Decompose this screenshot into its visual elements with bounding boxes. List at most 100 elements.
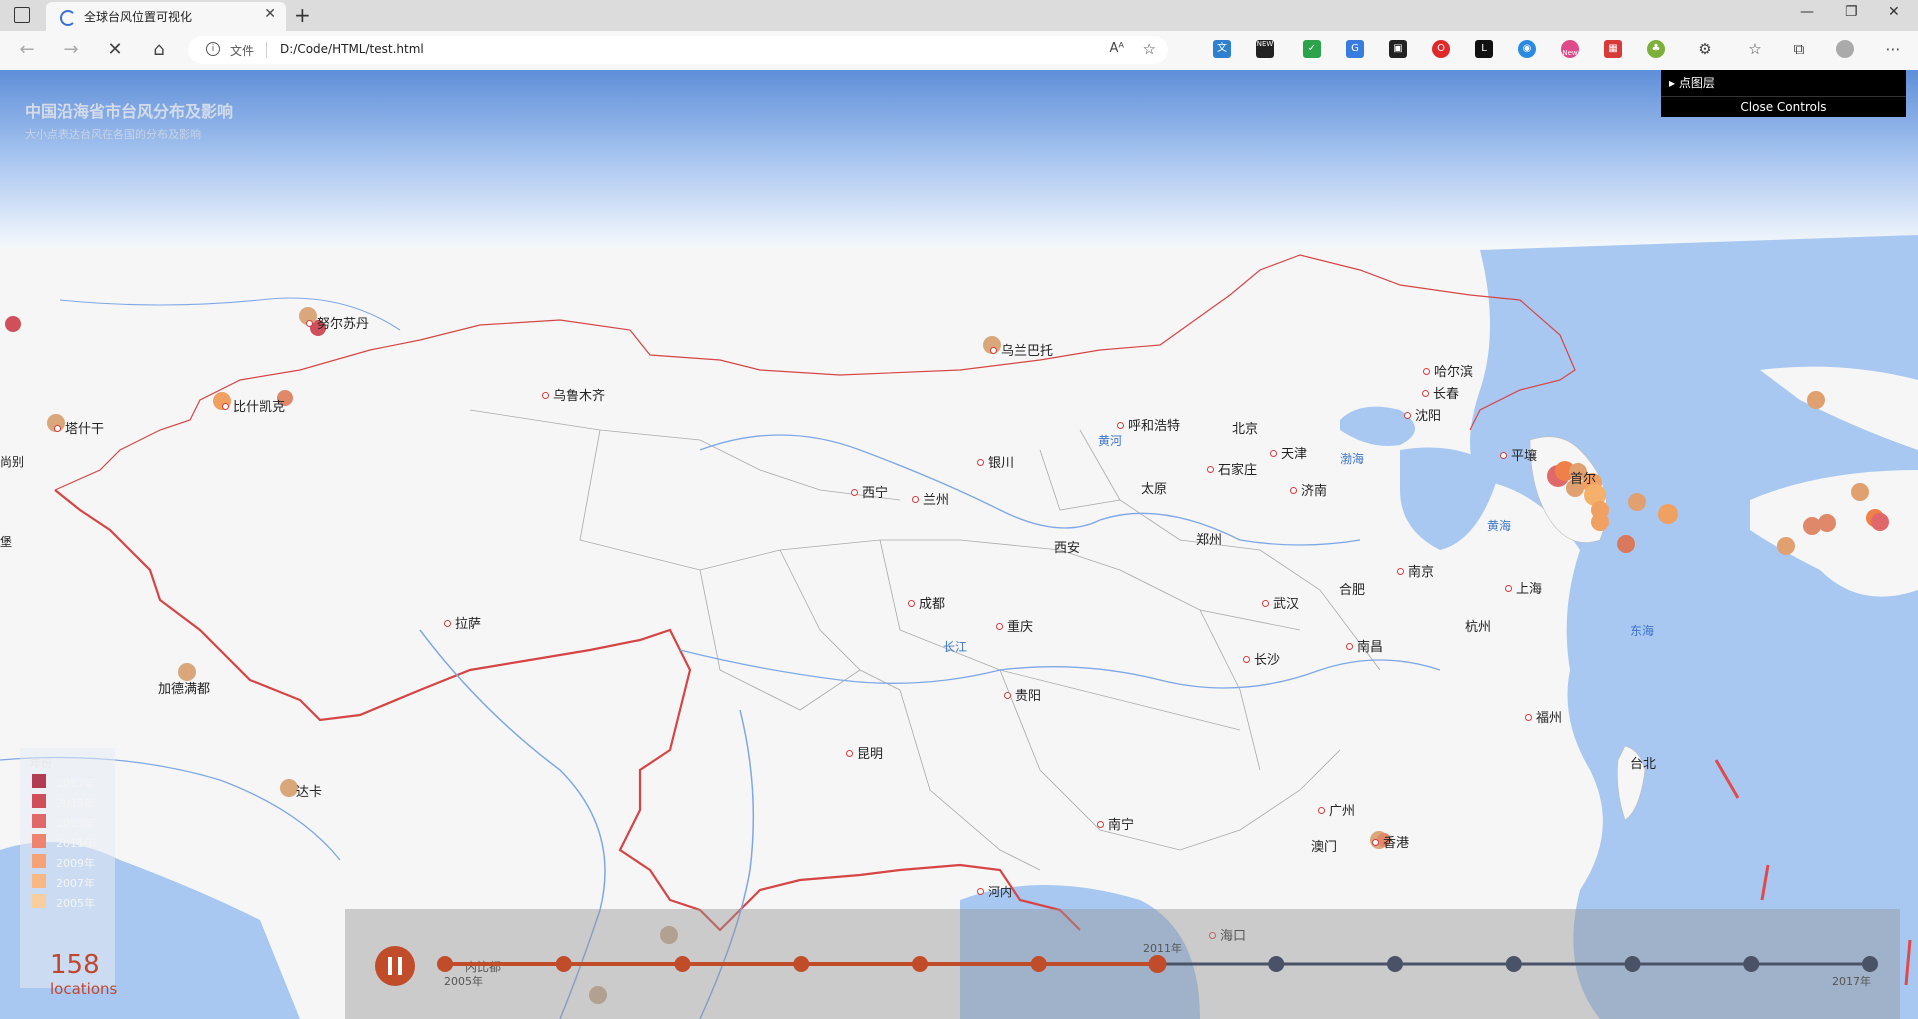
map-page: 中国沿海省市台风分布及影响 大小点表达台风在各国的分布及影响 努尔苏丹 乌兰巴托… bbox=[0, 70, 1918, 1019]
forward-icon[interactable]: → bbox=[60, 39, 82, 60]
timeline-node[interactable] bbox=[674, 956, 691, 972]
timeline-node[interactable] bbox=[437, 956, 453, 972]
typhoon-point[interactable] bbox=[1851, 483, 1869, 501]
profile-avatar[interactable] bbox=[1836, 40, 1854, 58]
city-label: 杭州 bbox=[1465, 620, 1492, 635]
timeline-node[interactable] bbox=[1505, 956, 1522, 972]
timeline-node[interactable] bbox=[1624, 956, 1641, 972]
timeline-node[interactable] bbox=[1148, 955, 1167, 973]
translate-ext-icon[interactable]: 文 bbox=[1213, 40, 1231, 58]
typhoon-point[interactable] bbox=[1777, 537, 1795, 555]
legend-item[interactable]: 2009年 bbox=[32, 854, 122, 870]
city-label: 成都 bbox=[908, 593, 945, 612]
city-dot bbox=[222, 403, 229, 410]
timeline-node[interactable] bbox=[912, 956, 928, 972]
legend-swatch bbox=[32, 814, 46, 828]
tree-ext-icon[interactable]: ♣ bbox=[1647, 40, 1665, 58]
city-label: 长春 bbox=[1422, 383, 1459, 402]
legend-label: 2013年 bbox=[56, 817, 95, 830]
color-ext-icon[interactable]: New bbox=[1561, 40, 1579, 58]
typhoon-point[interactable] bbox=[1807, 391, 1825, 409]
back-icon[interactable]: ← bbox=[16, 39, 38, 60]
legend-item[interactable]: 2007年 bbox=[32, 874, 122, 890]
map-canvas[interactable] bbox=[0, 70, 1918, 1019]
typhoon-point[interactable] bbox=[1818, 514, 1836, 532]
typhoon-point[interactable] bbox=[1803, 517, 1821, 535]
city-label: 重庆 bbox=[996, 616, 1033, 635]
loading-icon bbox=[60, 10, 76, 26]
sea-label: 东海 bbox=[1630, 624, 1655, 638]
stop-icon[interactable]: ✕ bbox=[104, 39, 126, 60]
timeline-node[interactable] bbox=[555, 956, 572, 972]
city-label: 昆明 bbox=[846, 743, 883, 762]
city-label: 加德满都 bbox=[158, 682, 211, 697]
home-icon[interactable]: ⌂ bbox=[148, 39, 170, 60]
typhoon-point[interactable] bbox=[1591, 513, 1609, 531]
restore-icon[interactable]: ❐ bbox=[1845, 4, 1858, 20]
city-dot bbox=[1404, 412, 1411, 419]
location-count: 158 bbox=[50, 950, 100, 980]
typhoon-point[interactable] bbox=[1628, 493, 1646, 511]
more-menu-icon[interactable]: ⋯ bbox=[1884, 40, 1902, 58]
info-icon[interactable]: i bbox=[206, 42, 220, 56]
close-window-icon[interactable]: ✕ bbox=[1888, 4, 1900, 20]
typhoon-point[interactable] bbox=[1617, 535, 1635, 553]
timeline-start-label: 2005年 bbox=[444, 975, 483, 988]
timeline-current-label: 2011年 bbox=[1143, 942, 1182, 955]
city-label: 堡 bbox=[0, 535, 13, 549]
media-ext-icon[interactable]: ▣ bbox=[1389, 40, 1407, 58]
city-dot bbox=[912, 496, 919, 503]
legend-swatch bbox=[32, 794, 46, 808]
read-aloud-icon[interactable]: Aᴬ bbox=[1110, 41, 1125, 56]
new-ext-icon[interactable]: NEW bbox=[1256, 40, 1274, 58]
minimize-icon[interactable]: — bbox=[1800, 4, 1814, 20]
timeline-node[interactable] bbox=[1743, 956, 1760, 972]
collections-icon[interactable]: ⧉ bbox=[1790, 40, 1808, 58]
legend-item[interactable]: 2005年 bbox=[32, 894, 122, 910]
browser-chrome: 全球台风位置可视化 ✕ + — ❐ ✕ ← → ✕ ⌂ i 文件 D:/Code… bbox=[0, 0, 1918, 71]
opera-ext-icon[interactable]: O bbox=[1432, 40, 1450, 58]
close-controls-button[interactable]: Close Controls bbox=[1661, 97, 1906, 117]
legend-item[interactable]: 2015年 bbox=[32, 794, 122, 810]
city-label: 天津 bbox=[1270, 443, 1307, 462]
point-layer-folder[interactable]: ▸ 点图层 bbox=[1661, 70, 1906, 97]
translator-ext-icon[interactable]: G bbox=[1346, 40, 1364, 58]
new-ext-badge-2: New bbox=[1562, 49, 1578, 57]
city-dot bbox=[1243, 656, 1250, 663]
city-dot bbox=[54, 425, 61, 432]
shield-ext-icon[interactable]: ✓ bbox=[1303, 40, 1321, 58]
timeline-bar: 2005年 2011年 2017年 bbox=[345, 909, 1900, 1019]
legend-label: 2005年 bbox=[56, 897, 95, 910]
globe-ext-icon[interactable]: ◉ bbox=[1518, 40, 1536, 58]
city-label: 武汉 bbox=[1262, 593, 1299, 612]
qr-ext-icon[interactable]: ▦ bbox=[1604, 40, 1622, 58]
favorites-icon[interactable]: ☆ bbox=[1746, 40, 1764, 58]
legend-item[interactable]: 2013年 bbox=[32, 814, 122, 830]
legend-item[interactable]: 2017年 bbox=[32, 774, 122, 790]
city-label: 合肥 bbox=[1339, 583, 1366, 598]
tab-close-icon[interactable]: ✕ bbox=[264, 6, 276, 22]
timeline-track[interactable] bbox=[345, 909, 1900, 1019]
legend-title: 年份 bbox=[30, 757, 52, 770]
favorite-star-icon[interactable]: ☆ bbox=[1143, 40, 1156, 58]
timeline-node[interactable] bbox=[1268, 956, 1285, 972]
page-subtitle: 大小点表达台风在各国的分布及影响 bbox=[25, 128, 201, 141]
typhoon-point[interactable] bbox=[1658, 504, 1678, 524]
city-dot bbox=[990, 347, 997, 354]
extensions-icon[interactable]: ⚙ bbox=[1696, 40, 1714, 58]
reader-ext-icon[interactable]: L bbox=[1475, 40, 1493, 58]
timeline-node[interactable] bbox=[1862, 956, 1878, 972]
city-dot bbox=[977, 888, 984, 895]
new-tab-button[interactable]: + bbox=[294, 3, 311, 27]
typhoon-point[interactable] bbox=[5, 316, 21, 332]
page-title: 中国沿海省市台风分布及影响 bbox=[25, 102, 234, 121]
timeline-node[interactable] bbox=[793, 956, 810, 972]
typhoon-point[interactable] bbox=[1871, 513, 1889, 531]
timeline-node[interactable] bbox=[1030, 956, 1047, 972]
timeline-node[interactable] bbox=[1387, 956, 1403, 972]
url-text[interactable]: D:/Code/HTML/test.html bbox=[280, 42, 424, 56]
tab-actions-icon[interactable] bbox=[14, 7, 30, 23]
address-bar[interactable]: i 文件 D:/Code/HTML/test.html Aᴬ ☆ bbox=[188, 36, 1168, 64]
tab-active[interactable]: 全球台风位置可视化 ✕ bbox=[46, 2, 286, 31]
legend-item[interactable]: 2011年 bbox=[32, 834, 122, 850]
